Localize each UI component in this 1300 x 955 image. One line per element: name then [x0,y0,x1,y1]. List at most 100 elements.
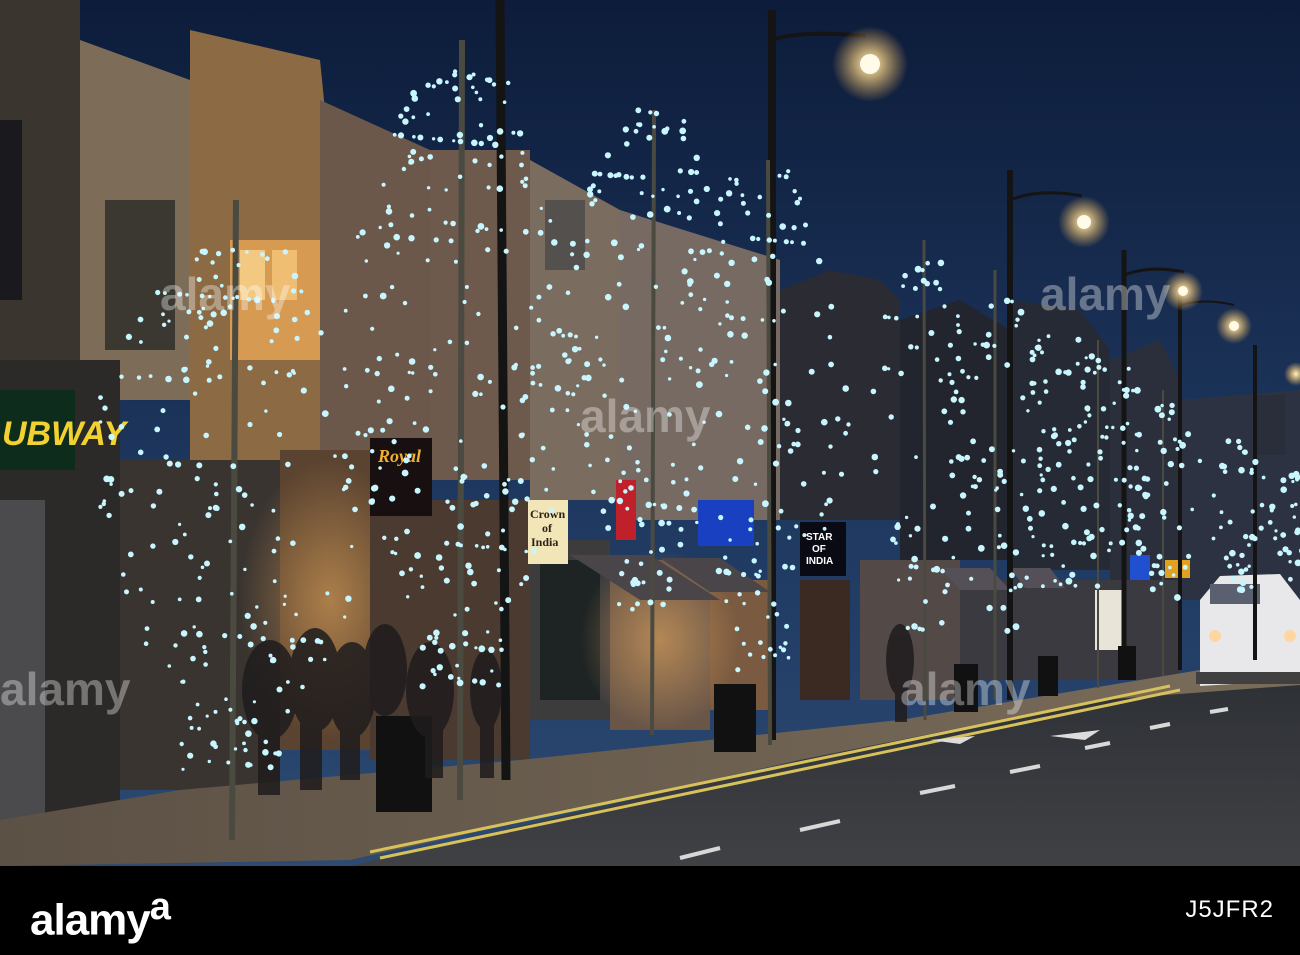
fairy-light [688,168,695,176]
fairy-light [905,625,910,631]
fairy-light [666,586,672,592]
fairy-light [780,308,786,314]
fairy-light [753,482,758,486]
fairy-light [1247,543,1251,547]
fairy-light [683,490,690,497]
fairy-light [904,515,909,520]
fairy-light [828,444,833,449]
fairy-light [636,247,641,252]
fairy-light [166,460,173,467]
fairy-light [1075,361,1080,366]
fairy-light [506,478,511,482]
fairy-light [762,500,769,508]
fairy-light [762,388,769,395]
fairy-light [476,311,481,317]
fairy-light [443,577,450,584]
fairy-light [544,487,549,492]
fairy-light [621,470,626,476]
fairy-light [471,72,476,77]
fairy-light [912,286,918,291]
fairy-light [539,206,543,210]
fairy-light [511,364,518,371]
fairy-light [1127,465,1133,471]
fairy-light [241,492,248,498]
fairy-light [522,394,529,400]
fairy-light [1277,550,1283,557]
fairy-light [523,176,529,182]
fairy-light [718,322,722,326]
fairy-light [772,238,777,243]
fairy-light [725,300,729,304]
fairy-light [1100,406,1107,412]
fairy-light [370,449,375,454]
fairy-light [420,585,425,589]
fairy-light [562,352,568,358]
fairy-light [467,568,474,576]
fairy-light [1139,513,1146,520]
fairy-light [616,281,622,287]
fairy-light [729,315,734,321]
fairy-light [994,506,1001,513]
fairy-light [290,540,296,546]
fairy-light [1227,519,1233,525]
fairy-light [1138,485,1143,490]
fairy-light [735,667,741,673]
fairy-light [1123,387,1130,394]
fairy-light [299,289,304,294]
fairy-light [496,185,504,192]
fairy-light [870,388,877,395]
fairy-light [445,80,449,84]
fairy-light [801,240,806,246]
fairy-light [773,653,778,658]
fairy-light [574,334,578,339]
fairy-light [591,489,596,495]
fairy-light [98,395,103,400]
fairy-light [412,135,416,139]
fairy-light [895,522,901,527]
fairy-light [966,375,971,380]
fairy-light [522,183,528,189]
fairy-light [694,170,700,175]
fairy-light [1086,462,1091,467]
fairy-light [478,645,486,653]
fairy-light [388,222,394,228]
fairy-light [1080,384,1086,390]
fairy-light [144,626,150,631]
fairy-light [245,730,252,737]
fairy-light [1046,334,1051,339]
fairy-light [757,439,764,445]
fairy-light [352,506,358,513]
fairy-light [380,427,386,433]
fairy-light [775,525,781,531]
fairy-light [1156,553,1163,560]
fairy-light [693,198,700,205]
fairy-light [938,378,943,383]
fairy-light [179,741,184,747]
fairy-light [1221,463,1228,470]
fairy-light [749,235,756,242]
fairy-light [718,514,724,521]
fairy-light [487,379,492,384]
fairy-light [382,535,387,540]
fairy-light [824,502,828,507]
fairy-light [576,384,580,388]
fairy-light [960,368,965,374]
fairy-light [732,476,739,482]
fairy-light [670,462,675,467]
fairy-light [1055,368,1062,376]
fairy-light [236,263,241,268]
fairy-light [778,645,782,649]
fairy-light [460,473,467,481]
fairy-light [397,132,405,139]
fairy-light [192,391,198,396]
fairy-light [702,297,707,302]
fairy-light [686,215,692,221]
fairy-light [203,325,208,330]
fairy-light [691,442,696,447]
fairy-light [666,576,673,583]
fairy-light [787,535,792,540]
fairy-light [478,123,484,128]
fairy-light [744,424,751,431]
fairy-light [635,107,642,114]
fairy-light [1026,409,1030,413]
